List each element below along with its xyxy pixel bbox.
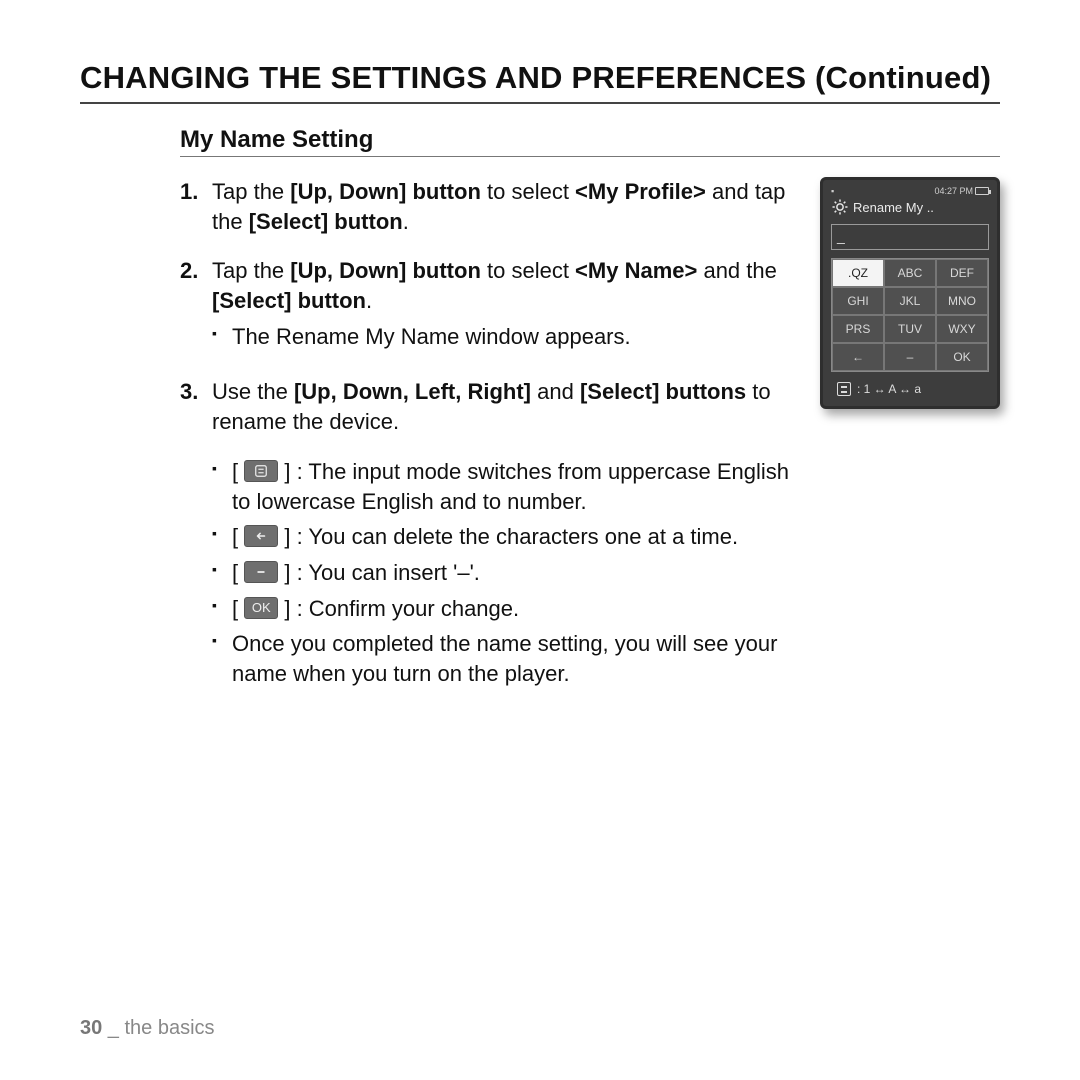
t: [ bbox=[232, 560, 244, 585]
device-title-row: Rename My .. bbox=[831, 198, 989, 216]
t: [ ] : You can insert '–'. bbox=[232, 558, 792, 588]
status-dot: ▪ bbox=[831, 186, 834, 196]
bullet-icon: ▪ bbox=[212, 594, 232, 624]
step-3: 3. Use the [Up, Down, Left, Right] and [… bbox=[180, 377, 792, 436]
page-title: CHANGING THE SETTINGS AND PREFERENCES (C… bbox=[80, 60, 1000, 96]
sub-bullet: ▪ [ OK ] : Confirm your change. bbox=[212, 594, 792, 624]
bullet-icon: ▪ bbox=[212, 322, 232, 352]
t: . bbox=[403, 209, 409, 234]
ok-key-icon: OK bbox=[244, 597, 278, 619]
keypad-key[interactable]: GHI bbox=[832, 287, 884, 315]
t: <My Name> bbox=[575, 258, 697, 283]
t: [Up, Down, Left, Right] bbox=[294, 379, 531, 404]
sub-bullet: ▪ The Rename My Name window appears. bbox=[212, 322, 792, 352]
section-rule bbox=[180, 156, 1000, 157]
device-input[interactable]: _ bbox=[831, 224, 989, 250]
keypad-key-ok[interactable]: OK bbox=[936, 343, 988, 371]
t: _ bbox=[102, 1017, 124, 1039]
mode-switch-icon bbox=[837, 382, 851, 396]
t: and bbox=[531, 379, 580, 404]
t: ] : The input mode switches from upperca… bbox=[232, 459, 789, 514]
step-2: 2. Tap the [Up, Down] button to select <… bbox=[180, 256, 792, 357]
t: [ bbox=[232, 596, 244, 621]
keypad-key-dash[interactable]: – bbox=[884, 343, 936, 371]
step-list: 1. Tap the [Up, Down] button to select <… bbox=[180, 177, 792, 437]
dash-icon bbox=[244, 561, 278, 583]
t: [ bbox=[232, 459, 244, 484]
keypad-key[interactable]: MNO bbox=[936, 287, 988, 315]
sub-bullet: ▪ [ ] : The input mode switches from upp… bbox=[212, 457, 792, 516]
mode-switch-icon bbox=[244, 460, 278, 482]
sub-bullet: ▪ Once you completed the name setting, y… bbox=[212, 629, 792, 688]
step-1: 1. Tap the [Up, Down] button to select <… bbox=[180, 177, 792, 236]
t: Tap the bbox=[212, 258, 290, 283]
content-row: 1. Tap the [Up, Down] button to select <… bbox=[180, 177, 1000, 695]
t: and the bbox=[697, 258, 777, 283]
backspace-icon bbox=[244, 525, 278, 547]
device-time: 04:27 PM bbox=[934, 186, 973, 196]
device-title: Rename My .. bbox=[853, 200, 934, 215]
keypad-key[interactable]: DEF bbox=[936, 259, 988, 287]
page-number: 30 bbox=[80, 1017, 102, 1039]
step3-bullets: ▪ [ ] : The input mode switches from upp… bbox=[212, 457, 792, 689]
bullet-icon: ▪ bbox=[212, 558, 232, 588]
t: ] : You can insert '–'. bbox=[278, 560, 480, 585]
t: [ ] : You can delete the characters one … bbox=[232, 522, 792, 552]
keypad-key[interactable]: PRS bbox=[832, 315, 884, 343]
keypad-key[interactable]: ABC bbox=[884, 259, 936, 287]
gear-icon bbox=[831, 198, 849, 216]
t: ] : Confirm your change. bbox=[278, 596, 519, 621]
device-mockup: ▪ 04:27 PM Rename My .. _ .QZ ABC DE bbox=[820, 177, 1000, 409]
title-rule bbox=[80, 102, 1000, 104]
bullet-icon: ▪ bbox=[212, 457, 232, 516]
keypad-key[interactable]: .QZ bbox=[832, 259, 884, 287]
device-mode-row: : 1 ↔ A ↔ a bbox=[831, 382, 989, 396]
t: [ bbox=[232, 524, 244, 549]
t: [Select] buttons bbox=[580, 379, 746, 404]
t: [ ] : The input mode switches from upper… bbox=[232, 457, 792, 516]
step-body: Use the [Up, Down, Left, Right] and [Sel… bbox=[212, 377, 792, 436]
keypad-key[interactable]: JKL bbox=[884, 287, 936, 315]
sub-bullet: ▪ [ ] : You can insert '–'. bbox=[212, 558, 792, 588]
device-mode-text: : 1 ↔ A ↔ a bbox=[857, 382, 921, 396]
step-number: 1. bbox=[180, 177, 212, 236]
t: to select bbox=[481, 179, 575, 204]
page-footer: 30 _ the basics bbox=[80, 1017, 215, 1040]
section-heading: My Name Setting bbox=[180, 126, 1000, 154]
t: . bbox=[366, 288, 372, 313]
t: <My Profile> bbox=[575, 179, 706, 204]
instruction-text: 1. Tap the [Up, Down] button to select <… bbox=[180, 177, 792, 695]
t: to select bbox=[481, 258, 575, 283]
t: [ OK ] : Confirm your change. bbox=[232, 594, 792, 624]
t: ] : You can delete the characters one at… bbox=[278, 524, 738, 549]
sub-bullet: ▪ [ ] : You can delete the characters on… bbox=[212, 522, 792, 552]
keypad-key[interactable]: TUV bbox=[884, 315, 936, 343]
t: Use the bbox=[212, 379, 294, 404]
t: [Select] button bbox=[249, 209, 403, 234]
bullet-icon: ▪ bbox=[212, 629, 232, 688]
chapter-name: the basics bbox=[125, 1017, 215, 1039]
battery-icon bbox=[975, 187, 989, 195]
t: [Up, Down] button bbox=[290, 179, 481, 204]
t: [Select] button bbox=[212, 288, 366, 313]
step-body: Tap the [Up, Down] button to select <My … bbox=[212, 256, 792, 357]
t: Tap the bbox=[212, 179, 290, 204]
step-number: 3. bbox=[180, 377, 212, 436]
device-statusbar: ▪ 04:27 PM bbox=[831, 186, 989, 196]
status-right: 04:27 PM bbox=[934, 186, 989, 196]
step-body: Tap the [Up, Down] button to select <My … bbox=[212, 177, 792, 236]
t: [Up, Down] button bbox=[290, 258, 481, 283]
bullet-icon: ▪ bbox=[212, 522, 232, 552]
t: The Rename My Name window appears. bbox=[232, 322, 792, 352]
keypad-key-backspace[interactable]: ← bbox=[832, 343, 884, 371]
t: Once you completed the name setting, you… bbox=[232, 629, 792, 688]
step-number: 2. bbox=[180, 256, 212, 357]
device-keypad: .QZ ABC DEF GHI JKL MNO PRS TUV WXY ← – … bbox=[831, 258, 989, 372]
keypad-key[interactable]: WXY bbox=[936, 315, 988, 343]
